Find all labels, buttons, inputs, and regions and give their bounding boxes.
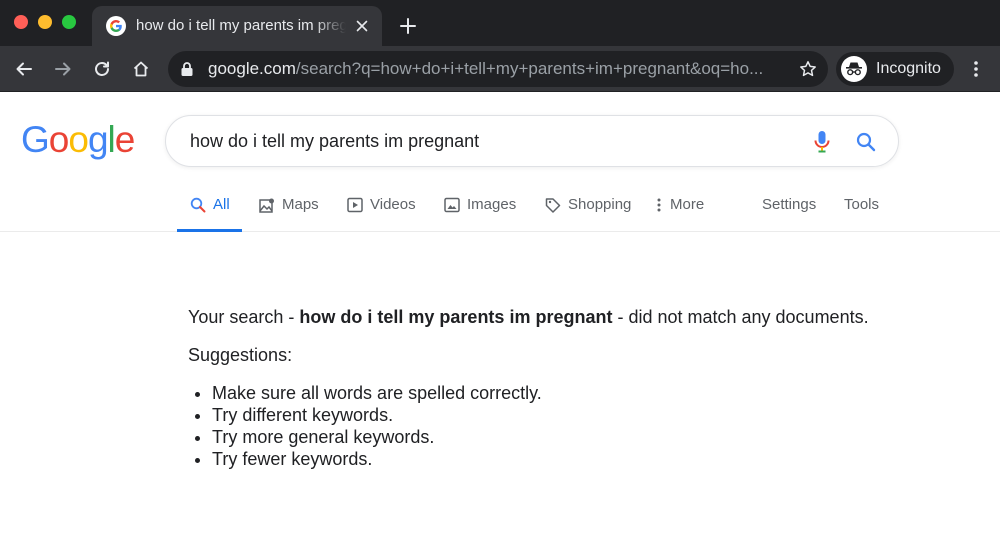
new-tab-plus-icon[interactable] xyxy=(396,14,420,38)
bookmark-star-icon[interactable] xyxy=(798,59,818,79)
search-icon[interactable] xyxy=(854,130,878,154)
more-vert-icon xyxy=(654,196,664,214)
tab-settings-label: Settings xyxy=(762,196,817,213)
no-results-prefix: Your search - xyxy=(188,307,300,327)
lock-icon[interactable] xyxy=(178,60,196,78)
map-icon xyxy=(258,196,276,214)
no-results-suffix: - did not match any documents. xyxy=(612,307,869,327)
reload-icon[interactable] xyxy=(90,57,114,81)
suggestion-item: Try more general keywords. xyxy=(212,426,948,448)
tab-images-label: Images xyxy=(467,196,517,213)
suggestions-list: Make sure all words are spelled correctl… xyxy=(188,382,948,470)
tab-videos[interactable]: Videos xyxy=(346,196,416,232)
logo-letter: e xyxy=(114,119,136,160)
tab-title: how do i tell my parents im pregnant - G… xyxy=(136,17,346,34)
browser-tabstrip: how do i tell my parents im pregnant - G… xyxy=(0,0,1000,46)
browser-menu-icon[interactable] xyxy=(966,57,986,81)
window-minimize-button[interactable] xyxy=(38,15,52,29)
google-favicon-icon xyxy=(106,16,126,36)
search-query-text[interactable]: how do i tell my parents im pregnant xyxy=(190,131,479,152)
tab-more[interactable]: More xyxy=(654,196,704,232)
browser-tab-active[interactable]: how do i tell my parents im pregnant - G… xyxy=(92,6,382,46)
no-results-line: Your search - how do i tell my parents i… xyxy=(188,306,948,328)
search-nav-tabs: All Maps Videos Images Shopping More Set… xyxy=(0,186,1000,232)
google-logo[interactable]: Google xyxy=(21,119,136,161)
no-results-message: Your search - how do i tell my parents i… xyxy=(188,306,948,470)
tab-maps-label: Maps xyxy=(282,196,319,213)
tab-images[interactable]: Images xyxy=(443,196,516,232)
logo-letter: g xyxy=(87,119,109,160)
tab-shopping-label: Shopping xyxy=(568,196,632,213)
suggestions-title: Suggestions: xyxy=(188,345,293,365)
no-results-query: how do i tell my parents im pregnant xyxy=(299,307,613,327)
video-play-icon xyxy=(346,196,364,214)
logo-letter: l xyxy=(107,119,116,160)
suggestion-item: Try fewer keywords. xyxy=(212,448,948,470)
browser-toolbar: google.com/search?q=how+do+i+tell+my+par… xyxy=(0,46,1000,92)
suggestion-item: Try different keywords. xyxy=(212,404,948,426)
tab-all[interactable]: All xyxy=(177,196,242,232)
tab-videos-label: Videos xyxy=(370,196,416,213)
suggestion-item: Make sure all words are spelled correctl… xyxy=(212,382,948,404)
url-path: /search?q=how+do+i+tell+my+parents+im+pr… xyxy=(295,59,764,78)
tag-icon xyxy=(544,196,562,214)
url-domain: google.com xyxy=(208,59,296,78)
tab-settings[interactable]: Settings xyxy=(762,196,816,232)
incognito-profile-button[interactable]: Incognito xyxy=(836,52,954,86)
tab-more-label: More xyxy=(670,196,705,213)
logo-letter: o xyxy=(48,119,70,160)
tab-close-icon[interactable] xyxy=(352,16,372,36)
search-icon xyxy=(189,196,207,214)
window-maximize-button[interactable] xyxy=(62,15,76,29)
incognito-icon xyxy=(841,56,867,82)
tab-tools-label: Tools xyxy=(844,196,880,213)
incognito-label: Incognito xyxy=(876,60,941,77)
tab-maps[interactable]: Maps xyxy=(258,196,319,232)
address-bar[interactable]: google.com/search?q=how+do+i+tell+my+par… xyxy=(168,51,828,87)
window-close-button[interactable] xyxy=(14,15,28,29)
search-input[interactable]: how do i tell my parents im pregnant xyxy=(165,115,899,167)
logo-letter: o xyxy=(68,119,89,160)
microphone-icon[interactable] xyxy=(811,130,833,154)
address-url[interactable]: google.com/search?q=how+do+i+tell+my+par… xyxy=(208,59,788,79)
forward-arrow-icon[interactable] xyxy=(51,57,75,81)
image-icon xyxy=(443,196,461,214)
tab-shopping[interactable]: Shopping xyxy=(544,196,631,232)
tab-tools[interactable]: Tools xyxy=(844,196,879,232)
tab-all-label: All xyxy=(213,196,230,213)
home-icon[interactable] xyxy=(129,57,153,81)
back-arrow-icon[interactable] xyxy=(12,57,36,81)
logo-letter: G xyxy=(21,119,50,160)
